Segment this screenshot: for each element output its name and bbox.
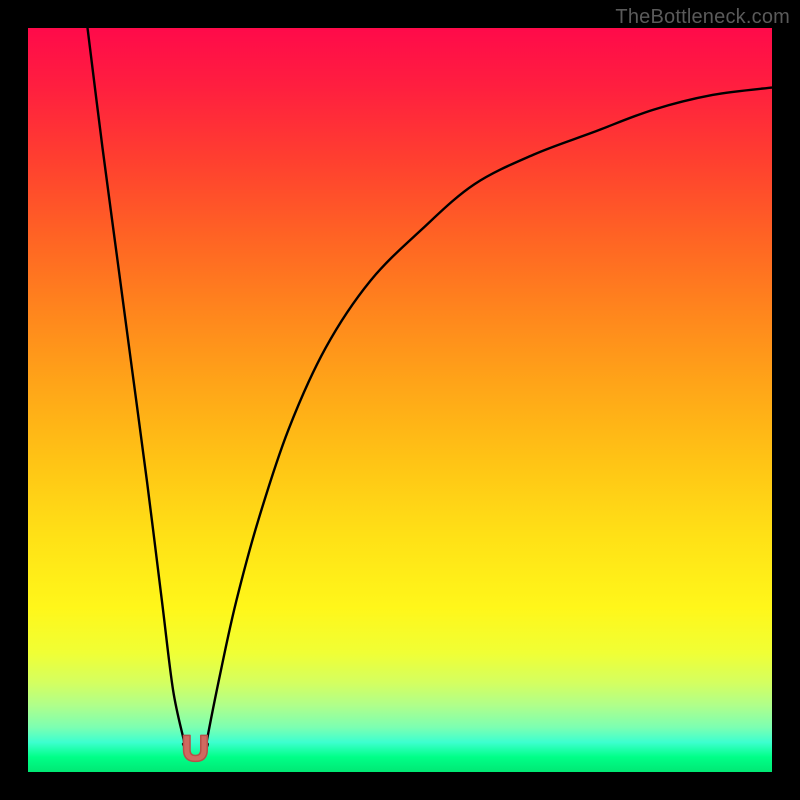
bottleneck-curve (88, 28, 772, 760)
curve-layer (28, 28, 772, 772)
minimum-marker (184, 735, 208, 761)
plot-area (28, 28, 772, 772)
watermark-text: TheBottleneck.com (615, 6, 790, 29)
chart-frame: TheBottleneck.com (0, 0, 800, 800)
